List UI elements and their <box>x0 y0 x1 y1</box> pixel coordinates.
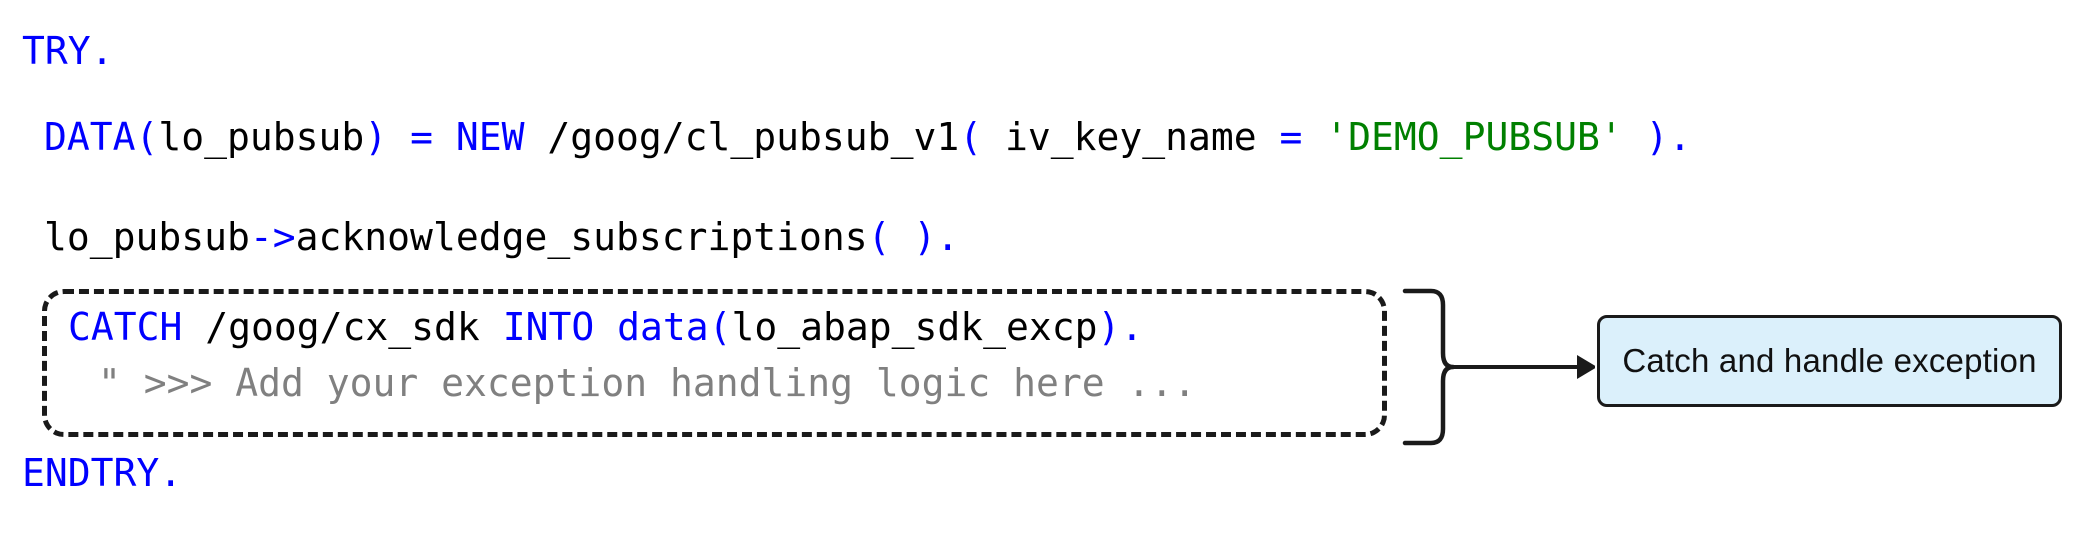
code-token-id <box>1302 115 1325 159</box>
callout-label: Catch and handle exception <box>1622 342 2037 379</box>
code-line-data-new: DATA(lo_pubsub) = NEW /goog/cl_pubsub_v1… <box>44 116 1691 158</box>
code-token-kw: = <box>410 115 433 159</box>
code-line-endtry: ENDTRY. <box>22 452 182 494</box>
code-token-pun: ( ) <box>867 215 937 259</box>
code-token-kw: NEW <box>455 115 525 159</box>
code-token-pun: ) <box>1645 115 1669 159</box>
code-line-catch: CATCH /goog/cx_sdk INTO data(lo_abap_sdk… <box>68 306 1143 348</box>
code-token-pun: . <box>1668 115 1692 159</box>
code-token-kw: = <box>1279 115 1303 159</box>
curly-brace-arrow-connector <box>1402 288 1595 446</box>
code-token-kw: -> <box>249 215 296 259</box>
code-token-id: lo_pubsub <box>158 115 365 159</box>
code-token-pun: ) <box>1097 305 1121 349</box>
code-token-kw: ENDTRY <box>22 451 160 495</box>
code-token-pun: . <box>90 29 114 73</box>
code-token-pun: ( <box>135 115 159 159</box>
code-token-id <box>594 305 617 349</box>
code-token-id: acknowledge_subscriptions <box>295 215 868 259</box>
callout-box: Catch and handle exception <box>1597 315 2062 407</box>
arrow-head-icon <box>1577 355 1595 379</box>
code-token-id <box>387 115 410 159</box>
code-token-cmt: " >>> Add your exception handling logic … <box>98 361 1197 405</box>
code-token-pun: . <box>1120 305 1144 349</box>
code-token-id: /goog/cl_pubsub_v1 <box>524 115 960 159</box>
code-token-id <box>433 115 456 159</box>
code-token-kw: DATA <box>44 115 136 159</box>
code-token-kw: TRY <box>22 29 91 73</box>
code-token-id <box>1623 115 1646 159</box>
code-token-id: /goog/cx_sdk <box>182 305 503 349</box>
code-line-acknowledge: lo_pubsub->acknowledge_subscriptions( ). <box>44 216 959 258</box>
code-annotation-diagram: TRY. DATA(lo_pubsub) = NEW /goog/cl_pubs… <box>0 0 2096 552</box>
code-token-pun: . <box>936 215 960 259</box>
curly-brace-icon <box>1402 288 1456 446</box>
code-token-str: 'DEMO_PUBSUB' <box>1325 115 1623 159</box>
code-token-id: lo_pubsub <box>44 215 250 259</box>
code-token-pun: ) <box>364 115 388 159</box>
code-token-kw: INTO <box>502 305 595 349</box>
code-token-pun: ( <box>708 305 732 349</box>
code-token-kw: data <box>617 305 709 349</box>
code-token-kw: CATCH <box>68 305 183 349</box>
code-token-pun: ( <box>959 115 983 159</box>
code-line-try: TRY. <box>22 30 114 72</box>
code-token-id: iv_key_name <box>982 115 1280 159</box>
code-token-id: lo_abap_sdk_excp <box>731 305 1098 349</box>
code-line-comment: " >>> Add your exception handling logic … <box>98 362 1196 404</box>
code-token-pun: . <box>159 451 183 495</box>
